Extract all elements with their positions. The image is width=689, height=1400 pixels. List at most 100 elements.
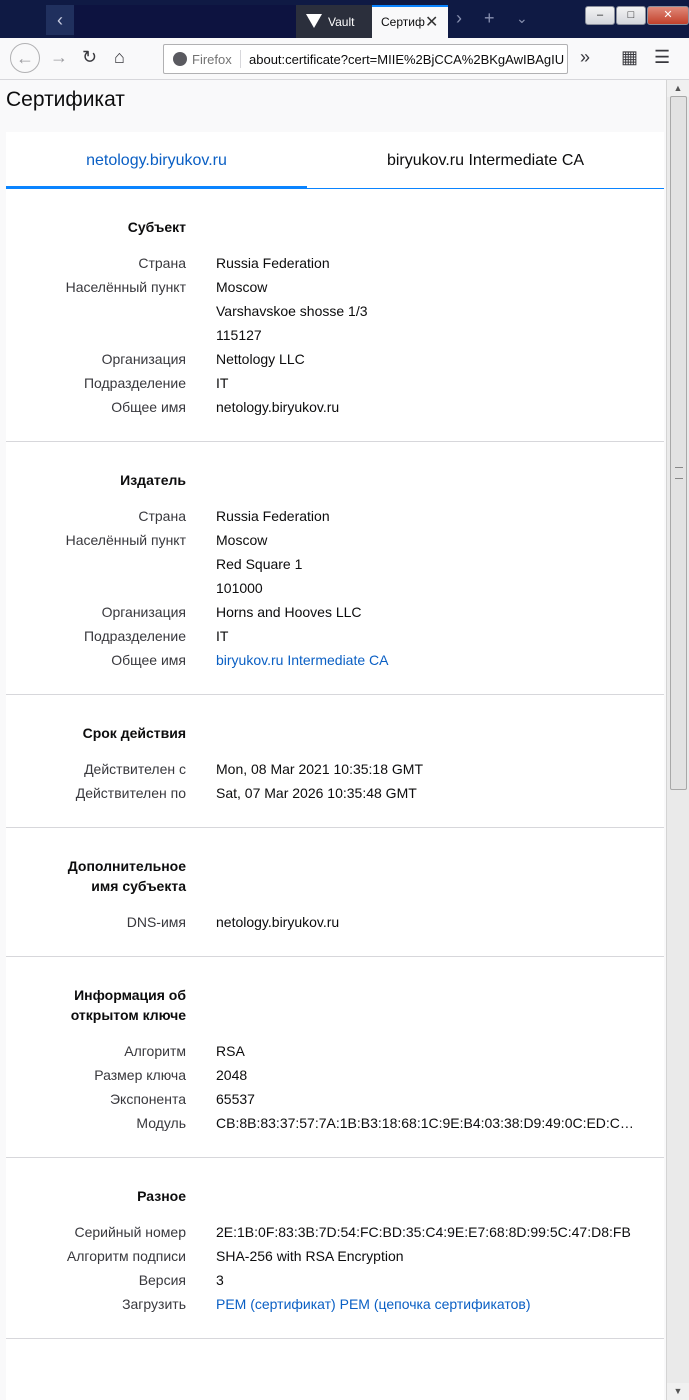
cert-section: Дополнительное имя субъекта DNS-имя netolog…	[6, 828, 664, 957]
field-label	[6, 552, 186, 576]
field-label: Алгоритм подписи	[66, 1248, 186, 1264]
hamburger-menu-icon[interactable]: ☰	[654, 47, 670, 68]
field-row: Серийный номер 2E:1B:0F:83:3B:7D:54:FC:BD…	[6, 1220, 664, 1244]
tab-label: Vault	[328, 15, 355, 29]
field-label: Размер ключа	[94, 1067, 186, 1083]
field-value: Red Square 1	[216, 556, 303, 572]
certificate-card: netology.biryukov.ru biryukov.ru Interme…	[6, 132, 664, 1400]
field-value: IT	[216, 375, 229, 391]
section-title: Разное	[137, 1188, 186, 1204]
field-row: Размер ключа 2048	[6, 1063, 664, 1087]
cert-tab-intermediate[interactable]: biryukov.ru Intermediate CA	[307, 132, 664, 189]
tab-list-chevron-down-icon[interactable]: ⌄	[516, 10, 528, 27]
field-row: Действителен с Mon, 08 Mar 2021 10:35:18 …	[6, 757, 664, 781]
field-label: Организация	[101, 604, 186, 620]
scrollbar-thumb[interactable]	[670, 96, 687, 790]
issuer-link[interactable]: biryukov.ru Intermediate CA	[216, 652, 388, 668]
field-value: SHA-256 with RSA Encryption	[216, 1248, 404, 1264]
section-title-line: Информация об	[74, 987, 186, 1003]
section-title-line: открытом ключе	[70, 1007, 186, 1023]
field-value: Horns and Hooves LLC	[216, 604, 362, 620]
field-value: RSA	[216, 1043, 245, 1059]
field-label: Организация	[101, 351, 186, 367]
field-label	[6, 576, 186, 600]
field-value: 2E:1B:0F:83:3B:7D:54:FC:BD:35:C4:9E:E7:6…	[216, 1224, 631, 1240]
field-row: 115127	[6, 323, 664, 347]
forward-arrow-icon[interactable]: →	[50, 47, 68, 68]
field-value: netology.biryukov.ru	[216, 914, 340, 930]
field-value[interactable]: biryukov.ru Intermediate CA	[186, 648, 634, 672]
field-label: Населённый пункт	[65, 532, 186, 548]
cert-section: Издатель Страна Russia Federation Населённы…	[6, 442, 664, 695]
reload-icon[interactable]: ↻	[82, 47, 97, 68]
close-window-button[interactable]: ✕	[647, 6, 689, 25]
overflow-chevrons-icon[interactable]: »	[580, 47, 590, 68]
field-row: Организация Nettology LLC	[6, 347, 664, 371]
url-separator	[240, 50, 241, 68]
field-value: netology.biryukov.ru	[216, 399, 340, 415]
field-row: Населённый пункт Moscow	[6, 528, 664, 552]
field-row: Действителен по Sat, 07 Mar 2026 10:35:48…	[6, 781, 664, 805]
section-title: Срок действия	[82, 725, 186, 741]
download-link[interactable]: PEM (цепочка сертификатов)	[340, 1296, 531, 1312]
new-tab-plus-icon[interactable]: +	[484, 8, 495, 29]
field-label: Серийный номер	[74, 1224, 186, 1240]
extensions-gift-icon[interactable]: ▦	[621, 47, 638, 68]
back-arrow-icon[interactable]: ←	[10, 43, 40, 73]
field-value: 101000	[216, 580, 263, 596]
field-value: Moscow	[216, 279, 268, 295]
cert-section: Информация об открытом ключе Алгоритм RSA Ра…	[6, 957, 664, 1158]
field-label: Загрузить	[122, 1296, 186, 1312]
field-label: Версия	[138, 1272, 186, 1288]
field-row: Организация Horns and Hooves LLC	[6, 600, 664, 624]
field-label: Подразделение	[83, 628, 186, 644]
vertical-scrollbar[interactable]: ▲ ▼	[666, 80, 689, 1400]
field-value[interactable]: PEM (сертификат) PEM (цепочка сертификат…	[186, 1292, 634, 1316]
tab-strip-empty	[74, 5, 296, 38]
cert-tab-leaf[interactable]: netology.biryukov.ru	[6, 132, 307, 189]
close-tab-icon[interactable]: ✕	[425, 12, 438, 32]
field-row: Экспонента 65537	[6, 1087, 664, 1111]
maximize-button[interactable]: □	[616, 6, 646, 25]
download-link[interactable]: PEM (сертификат)	[216, 1296, 336, 1312]
certificate-sections: Субъект Страна Russia Federation Населённый…	[6, 189, 664, 1339]
field-label: Страна	[138, 255, 186, 271]
tab-scroll-left-button[interactable]: ‹	[46, 5, 74, 35]
url-text[interactable]: about:certificate?cert=MIIE%2BjCCA%2BKgA…	[249, 52, 564, 67]
section-title: Дополнительное имя субъекта	[6, 856, 186, 896]
field-row: Населённый пункт Moscow	[6, 275, 664, 299]
tab-scroll-right-icon[interactable]: ›	[456, 8, 462, 29]
field-label	[6, 299, 186, 323]
scroll-down-arrow-icon[interactable]: ▼	[667, 1383, 689, 1400]
scroll-up-arrow-icon[interactable]: ▲	[667, 80, 689, 97]
home-icon[interactable]: ⌂	[114, 47, 125, 68]
field-value: Varshavskoe shosse 1/3	[216, 303, 368, 319]
tab-vault[interactable]: Vault	[296, 5, 372, 38]
firefox-identity-icon	[173, 52, 187, 66]
url-bar[interactable]: Firefox about:certificate?cert=MIIE%2BjC…	[163, 44, 568, 74]
field-value: 3	[216, 1272, 224, 1288]
field-value: 65537	[216, 1091, 255, 1107]
field-value: 2048	[216, 1067, 248, 1083]
section-title: Информация об открытом ключе	[6, 985, 186, 1025]
field-label: Модуль	[136, 1115, 186, 1131]
field-label: Действителен с	[84, 761, 186, 777]
field-label: Подразделение	[83, 375, 186, 391]
section-title: Субъект	[127, 219, 186, 235]
field-row: Общее имя biryukov.ru Intermediate CA	[6, 648, 664, 672]
field-row: Varshavskoe shosse 1/3	[6, 299, 664, 323]
field-value: Russia Federation	[216, 508, 330, 524]
cert-section: Разное Серийный номер 2E:1B:0F:83:3B:7D:54…	[6, 1158, 664, 1339]
field-value: Sat, 07 Mar 2026 10:35:48 GMT	[216, 785, 417, 801]
minimize-button[interactable]: –	[585, 6, 615, 25]
field-value: IT	[216, 628, 229, 644]
field-row: Алгоритм RSA	[6, 1039, 664, 1063]
identity-label: Firefox	[192, 52, 232, 67]
field-value: Mon, 08 Mar 2021 10:35:18 GMT	[216, 761, 423, 777]
cert-section: Срок действия Действителен с Mon, 08 Mar 2…	[6, 695, 664, 828]
field-label: DNS-имя	[126, 914, 186, 930]
field-label: Населённый пункт	[65, 279, 186, 295]
field-row: Алгоритм подписи SHA-256 with RSA Encrypt…	[6, 1244, 664, 1268]
section-title: Издатель	[120, 472, 186, 488]
tab-certificate[interactable]: Сертификат ✕	[372, 5, 448, 38]
